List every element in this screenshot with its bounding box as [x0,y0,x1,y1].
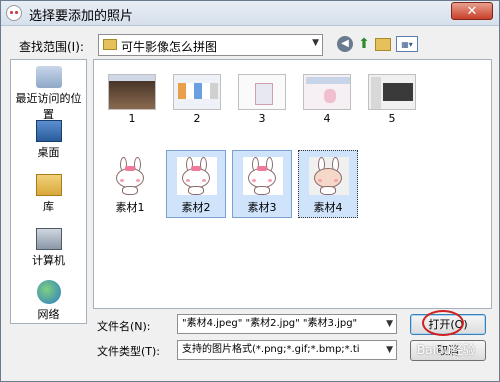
filename-value: "素材4.jpeg" "素材2.jpg" "素材3.jpg" [182,318,358,329]
app-logo-icon [6,5,22,21]
file-thumbnail[interactable] [238,74,286,110]
file-thumbnail[interactable] [173,74,221,110]
place-recent[interactable]: 最近访问的位置 [11,66,86,122]
bunny-image [309,157,349,195]
file-thumbnail[interactable] [108,74,156,110]
close-button[interactable]: ✕ [451,2,493,20]
file-label: 3 [258,112,266,125]
back-icon[interactable]: ◀ [337,36,353,52]
place-label: 计算机 [32,254,65,267]
chevron-down-icon[interactable]: ▼ [312,38,319,48]
look-in-label: 查找范围(I): [19,40,84,54]
file-list[interactable]: 1 2 3 4 5 素材1 素材2 素材3 素材4 [93,59,492,309]
place-computer[interactable]: 计算机 [11,228,86,268]
new-folder-icon[interactable] [375,38,391,51]
file-thumbnail[interactable] [368,74,416,110]
network-icon [36,280,61,304]
filename-input[interactable]: "素材4.jpeg" "素材2.jpg" "素材3.jpg" ▼ [177,314,397,334]
highlight-circle [422,310,464,336]
bunny-image [111,157,151,195]
places-bar: 最近访问的位置 桌面 库 计算机 网络 [10,59,87,324]
file-dialog-window: 选择要添加的照片 ✕ 查找范围(I): 可牛影像怎么拼图 ▼ ◀ ⬆ ▦▾ 最近… [0,0,500,382]
desktop-icon [35,120,62,142]
file-item-sucai1[interactable]: 素材1 [100,150,160,218]
file-label: 素材2 [181,201,211,214]
file-item-sucai2[interactable]: 素材2 [166,150,226,218]
file-label: 素材4 [313,201,343,214]
file-label: 素材1 [115,201,145,214]
watermark: Baidu经验 [417,343,476,357]
filename-label: 文件名(N): [97,320,151,333]
chevron-down-icon[interactable]: ▼ [386,315,393,333]
file-label: 素材3 [247,201,277,214]
place-label: 网络 [37,308,60,321]
file-thumbnail[interactable] [303,74,351,110]
place-network[interactable]: 网络 [11,280,86,322]
file-label: 5 [388,112,396,125]
file-label: 1 [128,112,136,125]
folder-icon [103,39,117,50]
filetype-label: 文件类型(T): [97,345,161,358]
file-label: 2 [193,112,201,125]
look-in-value: 可牛影像怎么拼图 [121,40,218,54]
place-label: 桌面 [37,146,60,159]
place-desktop[interactable]: 桌面 [11,120,86,160]
recent-places-icon [35,66,62,88]
views-menu-icon[interactable]: ▦▾ [396,36,418,52]
look-in-dropdown[interactable]: 可牛影像怎么拼图 ▼ [98,34,323,56]
chevron-down-icon[interactable]: ▼ [386,341,393,359]
place-label: 库 [43,200,54,213]
computer-icon [35,228,62,250]
filetype-dropdown[interactable]: 支持的图片格式(*.png;*.gif;*.bmp;*.ti ▼ [177,340,397,360]
up-folder-icon[interactable]: ⬆ [356,36,372,52]
filetype-value: 支持的图片格式(*.png;*.gif;*.bmp;*.ti [182,344,360,355]
window-title: 选择要添加的照片 [29,9,134,24]
file-item-sucai4[interactable]: 素材4 [298,150,358,218]
bunny-image [243,157,283,195]
title-bar[interactable]: 选择要添加的照片 ✕ [1,1,499,26]
bunny-image [177,157,217,195]
file-label: 4 [323,112,331,125]
file-item-sucai3[interactable]: 素材3 [232,150,292,218]
library-icon [35,174,62,196]
place-label: 最近访问的位置 [15,92,82,121]
place-library[interactable]: 库 [11,174,86,214]
